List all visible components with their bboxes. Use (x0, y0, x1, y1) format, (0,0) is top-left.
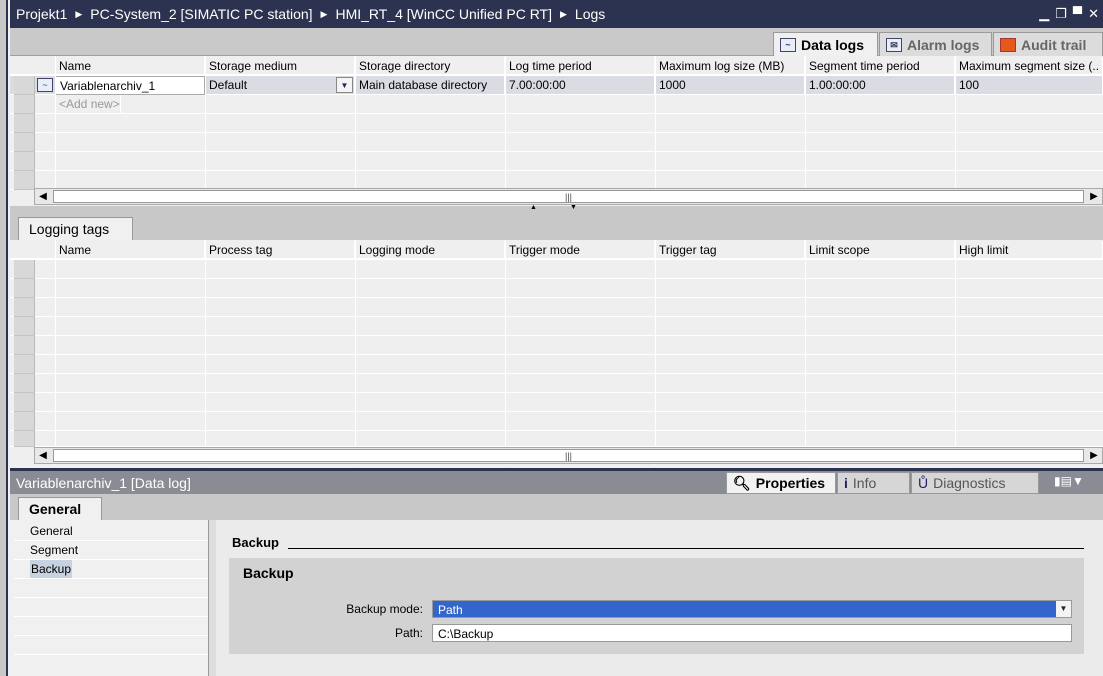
column-header[interactable]: Storage directory (355, 57, 505, 76)
inspector-nav: General Segment Backup (14, 520, 208, 676)
tab-label: Properties (755, 475, 826, 491)
chevron-right-icon: ▶ (320, 8, 328, 19)
chevron-right-icon: ▶ (560, 8, 567, 19)
scroll-right-icon[interactable]: ▶ (1086, 189, 1102, 204)
backup-mode-label: Backup mode: (346, 602, 423, 616)
alarm-log-icon: ✉ (886, 37, 902, 52)
tab-audit-trail[interactable]: Audit trail (993, 32, 1103, 56)
breadcrumb-item[interactable]: Logs (575, 6, 605, 22)
tab-properties[interactable]: 🔍︎ Properties (726, 472, 836, 494)
horizontal-scrollbar[interactable]: ◀ ||| ▶ (34, 447, 1103, 464)
column-header[interactable]: Logging mode (355, 241, 505, 260)
tab-label: Audit trail (1021, 36, 1087, 53)
log-time-period-cell[interactable]: 7.00:00:00 (505, 76, 655, 95)
tab-label: Data logs (801, 37, 865, 53)
data-log-icon: ~ (37, 78, 53, 92)
path-input[interactable]: C:\Backup (432, 624, 1072, 642)
column-header[interactable]: Maximum log size (MB) (655, 57, 805, 76)
collapse-up-icon[interactable]: ▲ (530, 204, 537, 211)
section-title: Backup (232, 535, 279, 550)
info-icon: i (844, 475, 848, 491)
left-panel-strip (0, 0, 8, 676)
scroll-thumb[interactable]: ||| (53, 449, 1084, 462)
table-header: Name Storage medium Storage directory Lo… (10, 57, 1103, 76)
splitter[interactable]: ▲ ▼ (10, 204, 1103, 214)
add-new-row[interactable]: <Add new> (10, 95, 1103, 114)
dropdown-arrow-icon[interactable]: ▼ (336, 77, 353, 93)
row-header[interactable] (14, 76, 35, 95)
max-segment-size-cell[interactable]: 100 (955, 76, 1103, 95)
column-header[interactable]: Log time period (505, 57, 655, 76)
column-header[interactable]: Maximum segment size (.. (955, 57, 1103, 76)
maximize-icon[interactable]: ▀ (1073, 6, 1082, 22)
column-header[interactable]: Limit scope (805, 241, 955, 260)
column-header[interactable]: High limit (955, 241, 1103, 260)
panel-layout-icon[interactable]: ▮▤▼ (1054, 474, 1084, 488)
scroll-left-icon[interactable]: ◀ (35, 189, 51, 204)
tab-info[interactable]: i Info (837, 472, 910, 494)
table-header: Name Process tag Logging mode Trigger mo… (10, 241, 1103, 260)
nav-item-label: Backup (30, 560, 73, 578)
close-icon[interactable]: ✕ (1088, 6, 1099, 22)
tab-label: Alarm logs (907, 36, 980, 53)
logging-tags-tabbar: Logging tags (10, 214, 1103, 240)
tab-logging-tags[interactable]: Logging tags (18, 217, 133, 240)
name-cell[interactable]: Variablenarchiv_1 (55, 76, 205, 95)
backup-mode-select[interactable]: Path ▼ (432, 600, 1072, 618)
column-header[interactable]: Name (55, 241, 205, 260)
group-title: Backup (243, 565, 294, 581)
dropdown-arrow-icon[interactable]: ▼ (1056, 601, 1071, 617)
chevron-right-icon: ▶ (75, 8, 83, 19)
column-header[interactable]: Trigger tag (655, 241, 805, 260)
nav-item-segment[interactable]: Segment (14, 541, 208, 560)
diagnostics-icon: Ů (918, 475, 929, 491)
storage-medium-cell[interactable]: Default (205, 76, 355, 95)
inspector-content: Backup Backup Backup mode: Path ▼ Path: … (216, 520, 1103, 676)
tab-diagnostics[interactable]: Ů Diagnostics (911, 472, 1039, 494)
breadcrumb-item[interactable]: PC-System_2 [SIMATIC PC station] (90, 6, 312, 22)
storage-directory-cell[interactable]: Main database directory (355, 76, 505, 95)
properties-icon: 🔍︎ (733, 474, 751, 491)
data-logs-table: Name Storage medium Storage directory Lo… (10, 56, 1103, 206)
editor-toolbar: ~ Data logs ✉ Alarm logs Audit trail (10, 28, 1103, 57)
collapse-down-icon[interactable]: ▼ (570, 204, 577, 211)
nav-splitter[interactable] (208, 520, 216, 676)
inspector-title: Variablenarchiv_1 [Data log] (16, 474, 191, 491)
scroll-thumb[interactable]: ||| (53, 190, 1084, 203)
column-header[interactable]: Name (55, 57, 205, 76)
breadcrumb-item[interactable]: Projekt1 (16, 6, 67, 22)
restore-icon[interactable]: ❐ (1055, 6, 1067, 22)
column-header[interactable]: Segment time period (805, 57, 955, 76)
add-new-placeholder[interactable]: <Add new> (55, 95, 121, 114)
column-header[interactable]: Storage medium (205, 57, 355, 76)
scroll-right-icon[interactable]: ▶ (1086, 448, 1102, 463)
inspector-tabbar (10, 494, 1103, 520)
segment-time-period-cell[interactable]: 1.00:00:00 (805, 76, 955, 95)
backup-group: Backup Backup mode: Path ▼ Path: C:\Back… (229, 558, 1084, 654)
audit-trail-icon (1000, 37, 1016, 52)
horizontal-scrollbar[interactable]: ◀ ||| ▶ (34, 188, 1103, 205)
nav-item-backup[interactable]: Backup (14, 560, 208, 579)
data-log-icon: ~ (780, 38, 796, 52)
tab-label: Diagnostics (933, 475, 1006, 491)
nav-item-general[interactable]: General (14, 522, 208, 541)
window-controls: ▁ ❐ ▀ ✕ (1039, 6, 1099, 22)
section-divider (288, 548, 1084, 549)
tab-data-logs[interactable]: ~ Data logs (773, 32, 878, 57)
max-log-size-cell[interactable]: 1000 (655, 76, 805, 95)
breadcrumb: Projekt1 ▶ PC-System_2 [SIMATIC PC statio… (10, 0, 1103, 28)
tab-general[interactable]: General (18, 497, 102, 521)
tab-alarm-logs[interactable]: ✉ Alarm logs (879, 32, 992, 56)
logging-tags-table: Name Process tag Logging mode Trigger mo… (10, 240, 1103, 465)
tab-label: Info (852, 475, 877, 491)
select-value: Path (438, 603, 463, 617)
minimize-icon[interactable]: ▁ (1039, 6, 1049, 22)
breadcrumb-item[interactable]: HMI_RT_4 [WinCC Unified PC RT] (335, 6, 552, 22)
column-header[interactable]: Trigger mode (505, 241, 655, 260)
scroll-left-icon[interactable]: ◀ (35, 448, 51, 463)
table-row[interactable]: ~ Variablenarchiv_1 Default ▼ Main datab… (10, 76, 1103, 95)
column-header[interactable]: Process tag (205, 241, 355, 260)
path-label: Path: (394, 626, 423, 640)
